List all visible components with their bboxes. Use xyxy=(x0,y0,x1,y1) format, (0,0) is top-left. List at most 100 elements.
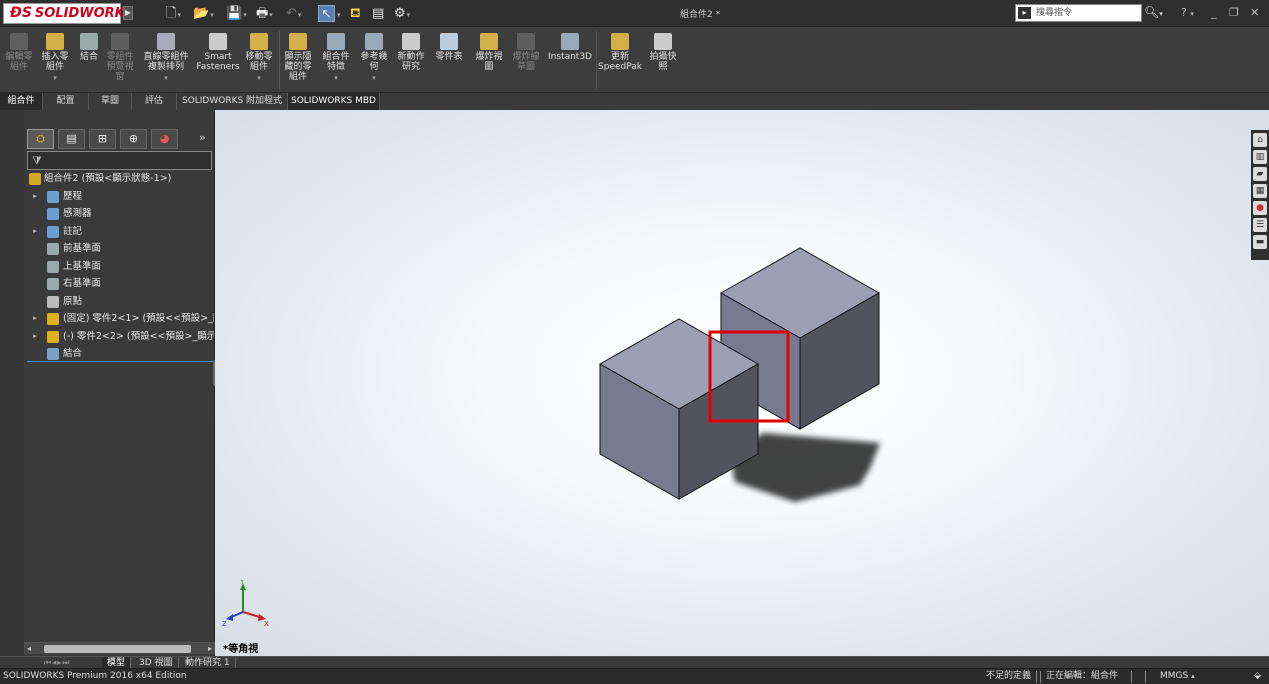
component-preview-button[interactable]: 零組件 預覽視窗 xyxy=(104,31,136,82)
print-button[interactable]: 🖶▾ xyxy=(256,5,273,22)
chevron-down-icon[interactable]: ▾ xyxy=(38,73,72,83)
minimize-button[interactable]: _ xyxy=(1211,6,1217,19)
custom-properties-icon[interactable]: ☰ xyxy=(1253,218,1267,232)
move-component-button[interactable]: 移動零 組件 ▾ xyxy=(242,31,276,83)
rebuild-button[interactable]: ⛾ xyxy=(350,5,361,22)
tab-configuration[interactable]: 配置 xyxy=(43,93,89,110)
chevron-down-icon[interactable]: ▾ xyxy=(242,73,276,83)
file-explorer-icon[interactable]: ▰ xyxy=(1253,167,1267,181)
command-label: 特徵 xyxy=(326,62,345,72)
tree-node[interactable]: ▸ 註記 xyxy=(27,223,214,241)
tree-horizontal-scrollbar[interactable]: ◂ ▸ xyxy=(24,642,215,654)
view-palette-icon[interactable]: ▦ xyxy=(1253,184,1267,198)
tree-node[interactable]: ▸ (-) 零件2<2> (預設<<預設>_顯示狀 xyxy=(27,328,214,346)
last-tab-icon[interactable]: ⏭ xyxy=(62,658,70,667)
feature-tree: 組合件2 (預設<顯示狀態-1>) ▸ 歷程 感測器 ▸ 註記 前基準面 上基準面 右基準面 原點… xyxy=(27,170,214,363)
tab-sketch[interactable]: 草圖 xyxy=(89,93,132,110)
status-bar: SOLIDWORKS Premium 2016 x64 Edition 不足的定… xyxy=(0,668,1269,684)
motion-study-button[interactable]: 新動作 研究 xyxy=(394,31,428,72)
dimxpert-tab[interactable]: ⊕ xyxy=(120,129,147,149)
tab-mbd[interactable]: SOLIDWORKS MBD xyxy=(288,93,380,110)
expand-arrow-icon[interactable]: ▸ xyxy=(31,328,39,346)
close-button[interactable]: ✕ xyxy=(1250,6,1259,19)
tree-node[interactable]: 結合 xyxy=(27,345,214,363)
design-library-icon[interactable]: ▥ xyxy=(1253,150,1267,164)
select-button[interactable]: ↖ xyxy=(318,5,335,22)
sensors-icon xyxy=(47,208,59,220)
annotations-icon xyxy=(47,225,59,238)
bom-button[interactable]: 零件表 xyxy=(430,31,468,62)
save-button[interactable]: 💾▾ xyxy=(226,5,247,22)
insert-components-button[interactable]: 插入零 組件 ▾ xyxy=(38,31,72,83)
configuration-icon: ⊞ xyxy=(97,132,108,145)
tree-node[interactable]: 上基準面 xyxy=(27,258,214,276)
edit-component-button[interactable]: 編輯零 組件 xyxy=(2,31,36,72)
tab-addins[interactable]: SOLIDWORKS 附加程式 xyxy=(177,93,288,110)
expand-arrow-icon[interactable]: ▸ xyxy=(31,188,39,206)
tab-evaluate[interactable]: 評估 xyxy=(132,93,177,110)
move-component-icon xyxy=(250,33,268,50)
show-hidden-button[interactable]: 顯示隱 藏的零 組件 xyxy=(282,31,314,82)
save-icon: 💾 xyxy=(226,6,243,21)
appearances-icon[interactable]: ● xyxy=(1253,201,1267,215)
featuremanager-tab[interactable]: ⛭ xyxy=(27,129,54,149)
model-canvas[interactable] xyxy=(215,110,1269,656)
expand-arrow-icon[interactable]: ▸ xyxy=(31,310,39,328)
explode-line-sketch-button[interactable]: 爆炸線 草圖 xyxy=(508,31,544,72)
home-icon[interactable]: ⌂ xyxy=(1253,133,1267,147)
scroll-thumb[interactable] xyxy=(44,645,191,653)
tree-node[interactable]: 前基準面 xyxy=(27,240,214,258)
new-icon: 🗋 xyxy=(166,6,177,21)
rollback-bar[interactable] xyxy=(27,361,213,362)
chevron-down-icon[interactable]: ▾ xyxy=(318,73,354,83)
tree-filter-input[interactable]: ⧩ xyxy=(27,151,212,170)
notifications-button[interactable]: ⬙ xyxy=(1254,669,1261,684)
tree-node-label: (-) 零件2<2> (預設<<預設>_顯示狀 xyxy=(63,330,214,342)
feature-manager-panel: ⛭ ▤ ⊞ ⊕ ◕ » ⧩ 組合件2 (預設<顯示狀態-1>) ▸ 歷程 感測器 ▸ 註記… xyxy=(0,110,219,656)
tab-assembly[interactable]: 組合件 xyxy=(0,93,43,110)
reference-geometry-button[interactable]: 參考幾何 ▾ xyxy=(356,31,392,83)
search-input[interactable]: ▸ 搜尋指令 xyxy=(1015,4,1142,22)
command-label: 編輯零 xyxy=(5,52,33,62)
tab-navigation[interactable]: ⏮◂▸⏭ xyxy=(44,658,70,668)
options-button[interactable]: ⚙▾ xyxy=(394,5,410,22)
tree-node[interactable]: ▸ (固定) 零件2<1> (預設<<預設>_顯 xyxy=(27,310,214,328)
linear-pattern-button[interactable]: 直線零組件 複製排列 ▾ xyxy=(138,31,194,83)
exploded-view-button[interactable]: 爆炸視圖 xyxy=(472,31,506,72)
forum-icon[interactable]: ▬ xyxy=(1253,235,1267,249)
file-properties-button[interactable]: ▤ xyxy=(372,5,384,22)
search-button[interactable]: 🔍︎▾ xyxy=(1144,5,1163,19)
assembly-features-button[interactable]: 組合件 特徵 ▾ xyxy=(318,31,354,83)
undo-button[interactable]: ↶▾ xyxy=(286,5,301,22)
display-manager-icon: ◕ xyxy=(159,132,170,145)
command-label: 藏的零 xyxy=(284,62,312,72)
tree-node[interactable]: 右基準面 xyxy=(27,275,214,293)
command-label: 參考幾 xyxy=(360,52,388,62)
open-button[interactable]: 📂▾ xyxy=(193,5,214,22)
help-button[interactable]: ? ▾ xyxy=(1181,6,1194,19)
smart-fasteners-button[interactable]: Smart Fasteners xyxy=(196,31,240,72)
expand-arrow-icon[interactable]: ▸ xyxy=(31,223,39,241)
unit-system-selector[interactable]: MMGS ▴ xyxy=(1160,669,1195,684)
snapshot-button[interactable]: 拍攝快照 xyxy=(644,31,682,72)
graphics-area[interactable]: 🔍︎⌕↺◨✂◫◧👁︎◕⛰▭ ◫◨_❐✕ ⌂ ▥ ▰ ▦ ● ☰ ▬ Y X Z … xyxy=(215,110,1269,656)
chevron-down-icon[interactable]: ▾ xyxy=(356,73,392,83)
more-tabs-button[interactable]: » xyxy=(199,131,206,144)
instant3d-button[interactable]: Instant3D xyxy=(546,31,594,62)
mate-button[interactable]: 結合 xyxy=(74,31,104,62)
speedpak-button[interactable]: 更新 SpeedPak xyxy=(598,31,642,72)
tree-node[interactable]: 組合件2 (預設<顯示狀態-1>) xyxy=(27,170,214,188)
solidworks-logo[interactable]: ƉS SOLIDWORKS xyxy=(3,3,134,24)
configurationmanager-tab[interactable]: ⊞ xyxy=(89,129,116,149)
propertymanager-tab[interactable]: ▤ xyxy=(58,129,85,149)
restore-button[interactable]: ❐ xyxy=(1229,6,1239,19)
select-dropdown[interactable]: ▾ xyxy=(336,5,341,22)
tree-node[interactable]: ▸ 歷程 xyxy=(27,188,214,206)
display-manager-tab[interactable]: ◕ xyxy=(151,129,178,149)
menu-expand-button[interactable]: ▶ xyxy=(123,6,133,20)
chevron-down-icon[interactable]: ▾ xyxy=(138,73,194,83)
tree-node[interactable]: 感測器 xyxy=(27,205,214,223)
tree-node[interactable]: 原點 xyxy=(27,293,214,311)
first-tab-icon[interactable]: ⏮ xyxy=(44,658,52,667)
new-button[interactable]: 🗋▾ xyxy=(166,5,181,22)
